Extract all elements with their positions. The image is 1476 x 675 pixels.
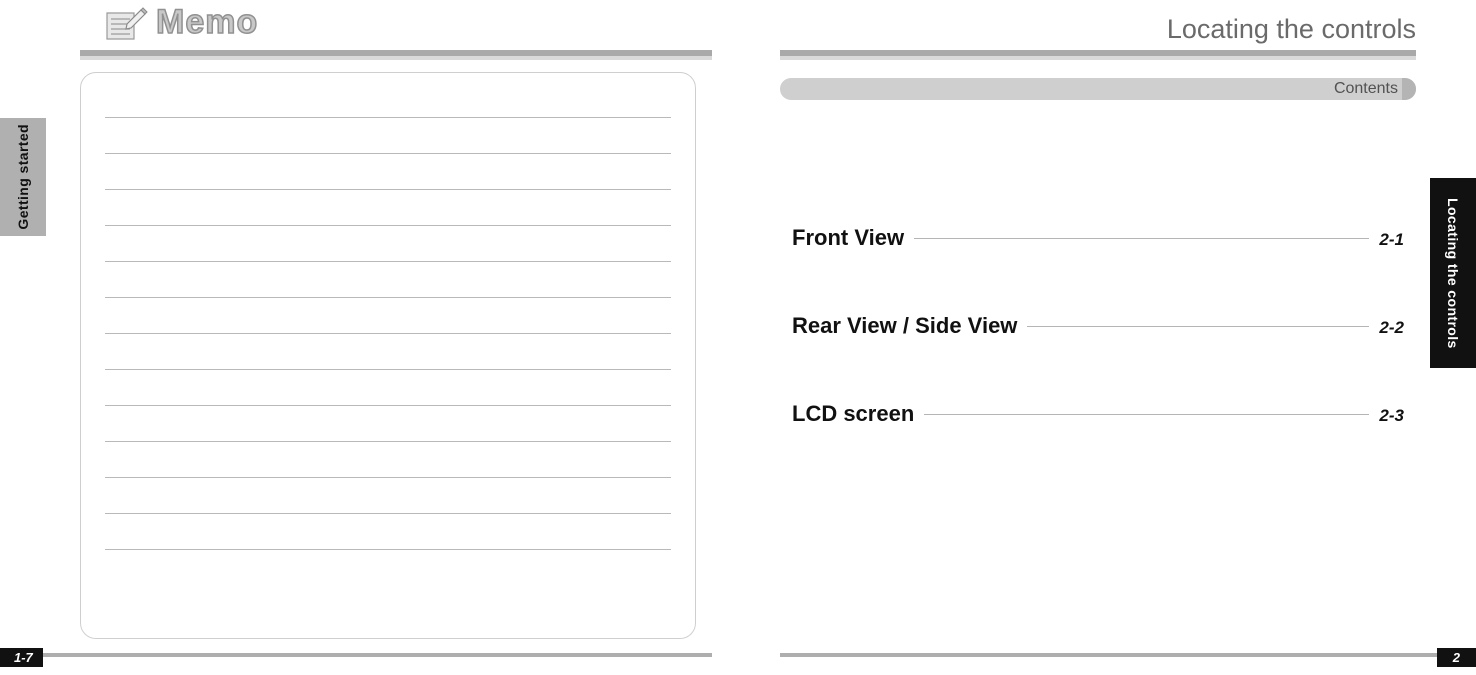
memo-line [105, 477, 671, 513]
contents-strip-cap [1402, 78, 1416, 100]
contents-label: Contents [1334, 80, 1398, 98]
toc-entry: Rear View / Side View 2-2 [792, 313, 1404, 339]
memo-line [105, 225, 671, 261]
toc-leader [1027, 326, 1369, 327]
right-section-tab: Locating the controls [1430, 178, 1476, 368]
toc-entry-page: 2-2 [1379, 318, 1404, 338]
chapter-title: Locating the controls [780, 14, 1416, 45]
toc-entry: Front View 2-1 [792, 225, 1404, 251]
toc-leader [914, 238, 1369, 239]
memo-icon [100, 2, 148, 42]
toc-entry-label: Rear View / Side View [792, 313, 1017, 339]
left-page: Getting started [0, 0, 738, 675]
memo-header: Memo [100, 2, 258, 42]
toc-list: Front View 2-1 Rear View / Side View 2-2… [792, 225, 1404, 489]
memo-title: Memo [156, 3, 258, 42]
memo-pad [80, 72, 696, 639]
toc-entry-label: Front View [792, 225, 904, 251]
left-page-number: 1-7 [0, 648, 43, 667]
left-section-tab-label: Getting started [15, 124, 31, 230]
toc-entry: LCD screen 2-3 [792, 401, 1404, 427]
memo-line [105, 189, 671, 225]
memo-line [105, 441, 671, 477]
memo-line [105, 369, 671, 405]
memo-line [105, 549, 671, 585]
right-header-rule [780, 50, 1416, 56]
toc-entry-page: 2-3 [1379, 406, 1404, 426]
memo-line [105, 261, 671, 297]
right-footer-rule [780, 653, 1476, 657]
memo-line [105, 513, 671, 549]
left-header-rule [80, 50, 712, 56]
left-footer-rule [0, 653, 712, 657]
memo-line [105, 405, 671, 441]
toc-leader [924, 414, 1369, 415]
toc-entry-label: LCD screen [792, 401, 914, 427]
toc-entry-page: 2-1 [1379, 230, 1404, 250]
memo-line [105, 297, 671, 333]
right-page-number: 2 [1437, 648, 1476, 667]
memo-line [105, 333, 671, 369]
memo-line [105, 117, 671, 153]
left-section-tab: Getting started [0, 118, 46, 236]
right-page: Locating the controls Contents Locating … [738, 0, 1476, 675]
contents-strip: Contents [780, 78, 1416, 100]
memo-line [105, 153, 671, 189]
right-section-tab-label: Locating the controls [1445, 198, 1461, 349]
